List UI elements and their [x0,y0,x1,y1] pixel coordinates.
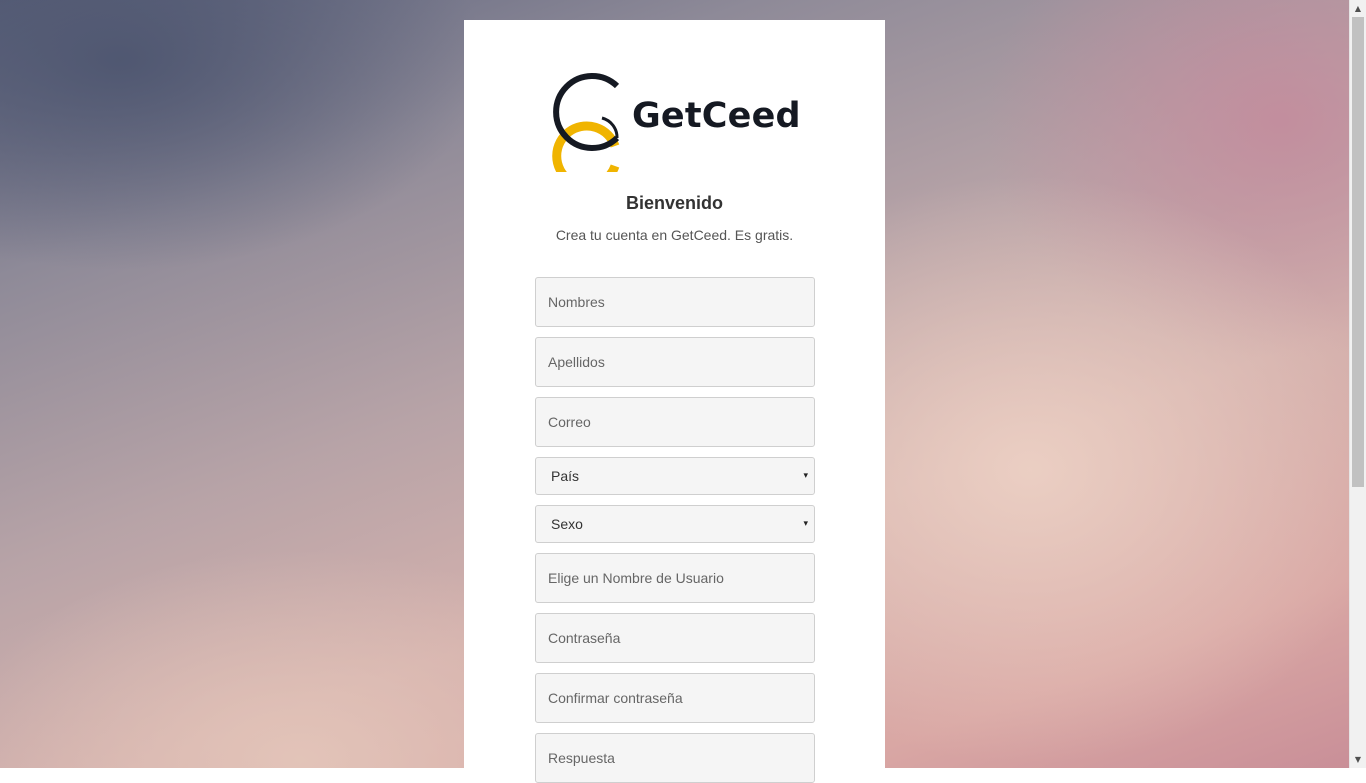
sex-select-label: Sexo [551,516,583,532]
country-select-label: País [551,468,580,484]
username-input[interactable] [535,553,815,603]
answer-input[interactable] [535,733,815,783]
password-input[interactable] [535,613,815,663]
sex-select[interactable]: Sexo ▾ [535,505,815,543]
page-subtitle: Crea tu cuenta en GetCeed. Es gratis. [555,227,794,243]
scroll-down-icon[interactable]: ▼ [1350,751,1366,768]
scrollbar-thumb[interactable] [1352,17,1364,487]
country-select[interactable]: País ▾ [535,457,815,495]
chevron-down-icon: ▾ [803,471,808,481]
signup-card: GetCeed Bienvenido Crea tu cuenta en Get… [464,20,885,783]
logo-wordmark: GetCeed [632,96,801,136]
page-title: Bienvenido [625,193,723,213]
logo-mark-icon [552,73,620,191]
last-name-input[interactable] [535,337,815,387]
email-input[interactable] [535,397,815,447]
getceed-logo: GetCeed [544,68,804,191]
vertical-scrollbar[interactable]: ▲ ▼ [1349,0,1366,768]
chevron-down-icon: ▾ [803,519,808,529]
confirm-password-input[interactable] [535,673,815,723]
scroll-up-icon[interactable]: ▲ [1350,0,1366,17]
first-name-input[interactable] [535,277,815,327]
